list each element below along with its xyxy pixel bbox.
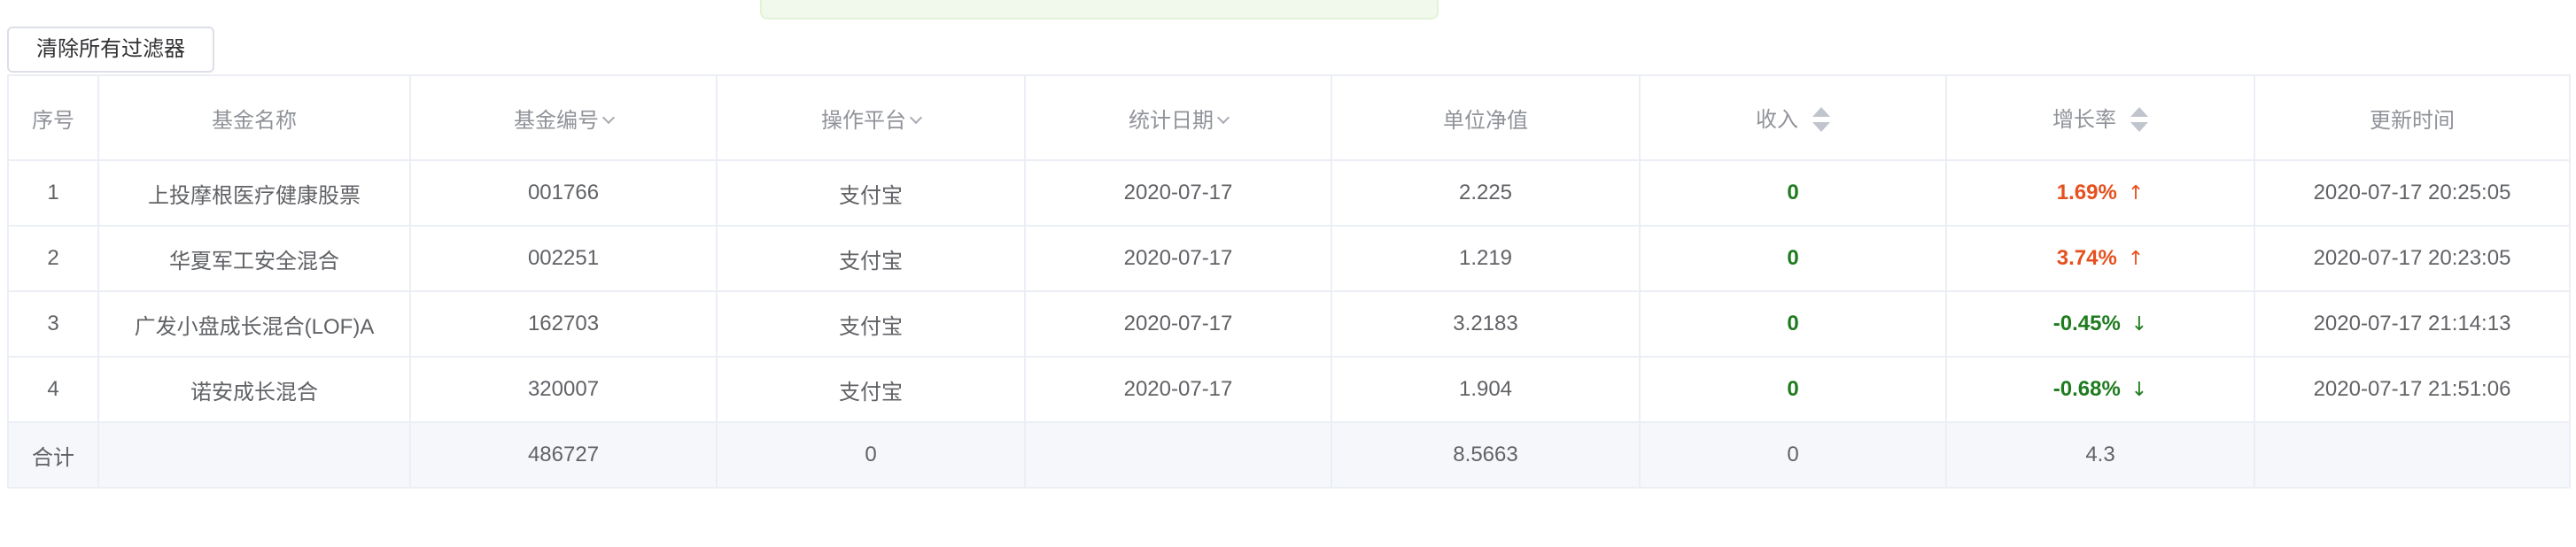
column-header-growth-label[interactable]: 增长率	[2052, 108, 2116, 132]
sort-caret-icon[interactable]	[1812, 106, 1830, 132]
table-header-row: 序号 基金名称 基金编号 操作平台 统计日期 单位净值 收入 增长率 更新时间	[7, 74, 2571, 161]
sort-caret-icon[interactable]	[2130, 106, 2148, 132]
column-header-index: 序号	[7, 74, 99, 161]
summary-growth: 4.3	[1945, 421, 2255, 489]
cell-index: 1	[7, 159, 99, 227]
arrow-down-icon: ↓	[2130, 313, 2148, 335]
column-header-nav-label: 单位净值	[1443, 108, 1528, 133]
cell-growth: 1.69% ↑	[1945, 159, 2255, 227]
summary-stat-date	[1024, 421, 1332, 489]
cell-stat-date: 2020-07-17	[1024, 356, 1332, 423]
page: 清除所有过滤器 序号 基金名称 基金编号 操作平台 统计日期 单位净值 收入 增…	[0, 0, 2576, 547]
cell-nav: 3.2183	[1331, 290, 1641, 358]
column-header-growth[interactable]: 增长率	[1945, 74, 2255, 161]
summary-fund-code: 486727	[409, 421, 718, 489]
column-header-income[interactable]: 收入	[1639, 74, 1947, 161]
sort-ascending-icon[interactable]	[1812, 106, 1830, 117]
sort-descending-icon[interactable]	[1812, 121, 1830, 132]
cell-fund-code: 001766	[409, 159, 718, 227]
cell-nav: 1.219	[1331, 225, 1641, 292]
income-value: 0	[1787, 312, 1799, 335]
table-row[interactable]: 4 诺安成长混合 320007 支付宝 2020-07-17 1.904 0 -…	[7, 356, 2571, 423]
column-header-stat-date[interactable]: 统计日期	[1024, 74, 1332, 161]
column-header-platform[interactable]: 操作平台	[716, 74, 1026, 161]
summary-label: 合计	[7, 421, 99, 489]
summary-row: 合计 486727 0 8.5663 0 4.3	[7, 421, 2571, 489]
cell-nav: 1.904	[1331, 356, 1641, 423]
cell-stat-date: 2020-07-17	[1024, 225, 1332, 292]
cell-fund-code: 002251	[409, 225, 718, 292]
income-value: 0	[1787, 181, 1799, 204]
cell-platform: 支付宝	[716, 159, 1026, 227]
cell-index: 3	[7, 290, 99, 358]
cell-growth: -0.68% ↓	[1945, 356, 2255, 423]
cell-fund-code: 320007	[409, 356, 718, 423]
cell-growth: 3.74% ↑	[1945, 225, 2255, 292]
chevron-down-icon[interactable]	[909, 111, 923, 124]
cell-fund-name: 广发小盘成长混合(LOF)A	[97, 290, 411, 358]
cell-fund-name: 上投摩根医疗健康股票	[97, 159, 411, 227]
column-header-income-label[interactable]: 收入	[1756, 108, 1798, 132]
arrow-down-icon: ↓	[2130, 379, 2148, 401]
cell-stat-date: 2020-07-17	[1024, 159, 1332, 227]
cell-fund-code: 162703	[409, 290, 718, 358]
summary-income: 0	[1639, 421, 1947, 489]
growth-value: -0.68%	[2052, 377, 2121, 401]
cell-index: 4	[7, 356, 99, 423]
cell-updated: 2020-07-17 21:14:13	[2254, 290, 2571, 358]
column-header-index-label: 序号	[32, 108, 74, 133]
table-row[interactable]: 2 华夏军工安全混合 002251 支付宝 2020-07-17 1.219 0…	[7, 225, 2571, 292]
cell-platform: 支付宝	[716, 356, 1026, 423]
cell-platform: 支付宝	[716, 290, 1026, 358]
table-row[interactable]: 1 上投摩根医疗健康股票 001766 支付宝 2020-07-17 2.225…	[7, 159, 2571, 227]
cell-updated: 2020-07-17 21:51:06	[2254, 356, 2571, 423]
column-header-nav: 单位净值	[1331, 74, 1641, 161]
cell-growth: -0.45% ↓	[1945, 290, 2255, 358]
cell-platform: 支付宝	[716, 225, 1026, 292]
cell-updated: 2020-07-17 20:23:05	[2254, 225, 2571, 292]
column-header-fund-code-label[interactable]: 基金编号	[514, 109, 599, 133]
cell-income: 0	[1639, 159, 1947, 227]
arrow-up-icon: ↑	[2127, 248, 2145, 270]
column-header-stat-date-label[interactable]: 统计日期	[1129, 109, 1214, 133]
column-header-fund-code[interactable]: 基金编号	[409, 74, 718, 161]
clear-all-filters-button[interactable]: 清除所有过滤器	[7, 27, 214, 73]
cell-nav: 2.225	[1331, 159, 1641, 227]
cell-index: 2	[7, 225, 99, 292]
cell-fund-name: 华夏军工安全混合	[97, 225, 411, 292]
column-header-platform-label[interactable]: 操作平台	[821, 109, 906, 133]
column-header-updated: 更新时间	[2254, 74, 2571, 161]
chevron-down-icon[interactable]	[601, 111, 616, 124]
chevron-down-icon[interactable]	[1216, 111, 1230, 124]
growth-value: 1.69%	[2056, 181, 2117, 204]
cell-stat-date: 2020-07-17	[1024, 290, 1332, 358]
growth-value: -0.45%	[2052, 312, 2121, 335]
column-header-updated-label: 更新时间	[2370, 108, 2455, 133]
cell-income: 0	[1639, 290, 1947, 358]
sort-ascending-icon[interactable]	[2130, 106, 2148, 117]
sort-descending-icon[interactable]	[2130, 121, 2148, 132]
summary-updated	[2254, 421, 2571, 489]
fund-table: 序号 基金名称 基金编号 操作平台 统计日期 单位净值 收入 增长率 更新时间 …	[7, 74, 2571, 489]
table-row[interactable]: 3 广发小盘成长混合(LOF)A 162703 支付宝 2020-07-17 3…	[7, 290, 2571, 358]
summary-nav: 8.5663	[1331, 421, 1641, 489]
cell-income: 0	[1639, 356, 1947, 423]
income-value: 0	[1787, 377, 1799, 401]
arrow-up-icon: ↑	[2127, 182, 2145, 204]
cell-income: 0	[1639, 225, 1947, 292]
summary-fund-name	[97, 421, 411, 489]
cell-fund-name: 诺安成长混合	[97, 356, 411, 423]
column-header-fund-name-label: 基金名称	[212, 108, 297, 133]
growth-value: 3.74%	[2056, 246, 2117, 270]
alert-message	[760, 0, 1439, 19]
summary-platform: 0	[716, 421, 1026, 489]
column-header-fund-name: 基金名称	[97, 74, 411, 161]
income-value: 0	[1787, 246, 1799, 270]
cell-updated: 2020-07-17 20:25:05	[2254, 159, 2571, 227]
